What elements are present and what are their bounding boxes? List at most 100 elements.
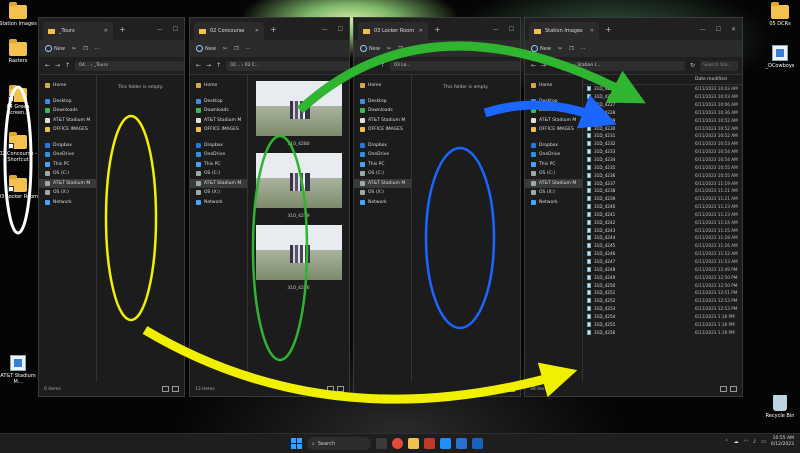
nav-item[interactable]: Downloads <box>354 106 411 116</box>
chevron-up-icon[interactable]: ⌃ <box>724 439 728 445</box>
desktop-icon[interactable]: 05 DCRs <box>758 2 800 27</box>
file-row[interactable]: 31D_4238 6/11/2023 11:21 AM <box>583 187 742 195</box>
more-icon[interactable]: ⋯ <box>95 46 100 52</box>
file-list[interactable]: Name Date modified 31D_4225 6/11/2023 10:… <box>583 75 742 382</box>
tab-locker-room[interactable]: 03 Locker Room ✕ <box>358 22 428 40</box>
desktop-icon[interactable]: 04 Green Screen... <box>0 85 40 116</box>
forward-icon[interactable]: → <box>55 62 60 69</box>
mail-icon[interactable] <box>440 438 451 449</box>
desktop-icon[interactable]: 02 Concourse - Shortcut <box>0 132 40 163</box>
forward-icon[interactable]: → <box>370 62 375 69</box>
nav-item[interactable]: Network <box>525 198 582 208</box>
desktop-icon[interactable]: _DCowboys <box>758 45 800 69</box>
maximize-button[interactable]: ☐ <box>173 26 178 33</box>
file-row[interactable]: 31D_4226 6/11/2023 10:03 AM <box>583 93 742 101</box>
nav-item[interactable]: AT&T Stadium M <box>190 178 247 188</box>
new-button[interactable]: New <box>196 45 216 52</box>
search-field[interactable]: Search Sta... <box>700 60 738 71</box>
nav-item[interactable]: Desktop <box>39 97 96 107</box>
nav-item[interactable]: OS (C:) <box>525 169 582 179</box>
date-column-header[interactable]: Date modified <box>695 77 727 82</box>
file-row[interactable]: 31D_4225 6/11/2023 10:03 AM <box>583 85 742 93</box>
thumbnail-area[interactable]: 310_4280 310_4279 310_4276 <box>248 75 349 382</box>
cut-icon[interactable]: ✂ <box>223 46 227 52</box>
desktop-icon[interactable]: Rasters <box>0 39 40 64</box>
nav-item[interactable]: OS (C:) <box>190 169 247 179</box>
nav-item[interactable]: AT&T Stadium M <box>190 116 247 126</box>
nav-item[interactable]: Network <box>190 198 247 208</box>
explorer-window-station-images[interactable]: Station Images ✕ + — ☐ ✕ New ✂ ❐ ⋯ ← → ↑ ‹ ... … <box>524 17 743 397</box>
file-row[interactable]: 31D_4253 6/11/2023 12:53 PM <box>583 305 742 313</box>
maximize-button[interactable]: ☐ <box>509 26 514 33</box>
more-icon[interactable]: ⋯ <box>410 46 415 52</box>
nav-item[interactable]: OS (C:) <box>354 169 411 179</box>
refresh-icon[interactable]: ↻ <box>690 62 695 69</box>
details-view-icon[interactable] <box>720 386 727 392</box>
file-row[interactable]: 31D_4230 6/11/2023 10:52 AM <box>583 124 742 132</box>
file-area[interactable]: This folder is empty. <box>97 75 184 382</box>
task-view-icon[interactable] <box>376 438 387 449</box>
back-icon[interactable]: ← <box>360 62 365 69</box>
outlook-icon[interactable] <box>472 438 483 449</box>
explorer-window-locker-room[interactable]: 03 Locker Room ✕ + — ☐ New ✂ ❐ ⋯ ← → ↑ 03 Lo..… <box>353 17 521 397</box>
nav-item[interactable]: Downloads <box>39 106 96 116</box>
up-icon[interactable]: ↑ <box>65 62 70 69</box>
tiles-view-icon[interactable] <box>508 386 515 392</box>
cut-icon[interactable]: ✂ <box>72 46 76 52</box>
file-row[interactable]: 31D_4245 6/11/2023 11:26 AM <box>583 242 742 250</box>
nav-item[interactable]: This PC <box>190 160 247 170</box>
nav-item[interactable]: Home <box>354 81 411 91</box>
new-button[interactable]: New <box>531 45 551 52</box>
tiles-view-icon[interactable] <box>172 386 179 392</box>
cut-icon[interactable]: ✂ <box>387 46 391 52</box>
title-bar[interactable]: 03 Locker Room ✕ + — ☐ <box>354 18 520 40</box>
file-row[interactable]: 31D_4249 6/11/2023 12:50 PM <box>583 273 742 281</box>
nav-item[interactable]: OFFICE IMAGES <box>354 125 411 135</box>
nav-item[interactable]: AT&T Stadium M <box>525 116 582 126</box>
file-row[interactable]: 31D_4240 6/11/2023 11:23 AM <box>583 203 742 211</box>
title-bar[interactable]: 02 Concourse ✕ + — ☐ <box>190 18 349 40</box>
copy-icon[interactable]: ❐ <box>234 46 238 52</box>
nav-item[interactable]: Downloads <box>190 106 247 116</box>
path-field[interactable]: 04... › _Tours <box>75 60 184 71</box>
file-area[interactable]: This folder is empty. <box>412 75 520 382</box>
nav-item[interactable]: This PC <box>354 160 411 170</box>
nav-item[interactable]: Desktop <box>525 97 582 107</box>
details-view-icon[interactable] <box>327 386 334 392</box>
nav-item[interactable]: Home <box>190 81 247 91</box>
nav-item[interactable]: Dropbox <box>525 141 582 151</box>
nav-item[interactable]: Downloads <box>525 106 582 116</box>
wifi-icon[interactable]: ◠ <box>744 439 748 445</box>
title-bar[interactable]: Station Images ✕ + — ☐ ✕ <box>525 18 742 40</box>
up-icon[interactable]: ↑ <box>380 62 385 69</box>
file-row[interactable]: 31D_4246 6/11/2023 11:52 AM <box>583 250 742 258</box>
new-tab-button[interactable]: + <box>119 25 126 34</box>
volume-icon[interactable]: ♪ <box>753 439 756 445</box>
minimize-button[interactable]: — <box>157 26 163 33</box>
nav-item[interactable]: AT&T Stadium M <box>354 178 411 188</box>
file-row[interactable]: 31D_4251 6/11/2023 12:51 PM <box>583 289 742 297</box>
battery-icon[interactable]: ▭ <box>761 439 766 445</box>
file-row[interactable]: 31D_4233 6/11/2023 10:54 AM <box>583 148 742 156</box>
details-view-icon[interactable] <box>498 386 505 392</box>
path-field[interactable]: 03 Lo... <box>390 60 520 71</box>
back-icon[interactable]: ← <box>531 62 536 69</box>
file-row[interactable]: 31D_4255 6/11/2023 1:18 PM <box>583 320 742 328</box>
explorer-window-concourse[interactable]: 02 Concourse ✕ + — ☐ New ✂ ❐ ⋯ ← → ↑ 02... › 0… <box>189 17 350 397</box>
nav-item[interactable]: AT&T Stadium M <box>354 116 411 126</box>
desktop-icon[interactable]: Station Images <box>0 2 40 27</box>
nav-item[interactable]: Dropbox <box>39 141 96 151</box>
nav-item[interactable]: OneDrive <box>525 150 582 160</box>
nav-item[interactable]: Home <box>525 81 582 91</box>
path-field[interactable]: ‹ ... › Station I... <box>561 60 685 71</box>
file-row[interactable]: 31D_4234 6/11/2023 10:54 AM <box>583 156 742 164</box>
details-view-icon[interactable] <box>162 386 169 392</box>
nav-item[interactable]: This PC <box>39 160 96 170</box>
copy-icon[interactable]: ❐ <box>83 46 87 52</box>
up-icon[interactable]: ↑ <box>216 62 221 69</box>
file-row[interactable]: 31D_4232 6/11/2023 10:53 AM <box>583 140 742 148</box>
file-row[interactable]: 31D_4247 6/11/2023 11:53 AM <box>583 258 742 266</box>
nav-item[interactable]: Dropbox <box>354 141 411 151</box>
nav-item[interactable]: OS (X:) <box>525 188 582 198</box>
maximize-button[interactable]: ☐ <box>716 26 721 33</box>
